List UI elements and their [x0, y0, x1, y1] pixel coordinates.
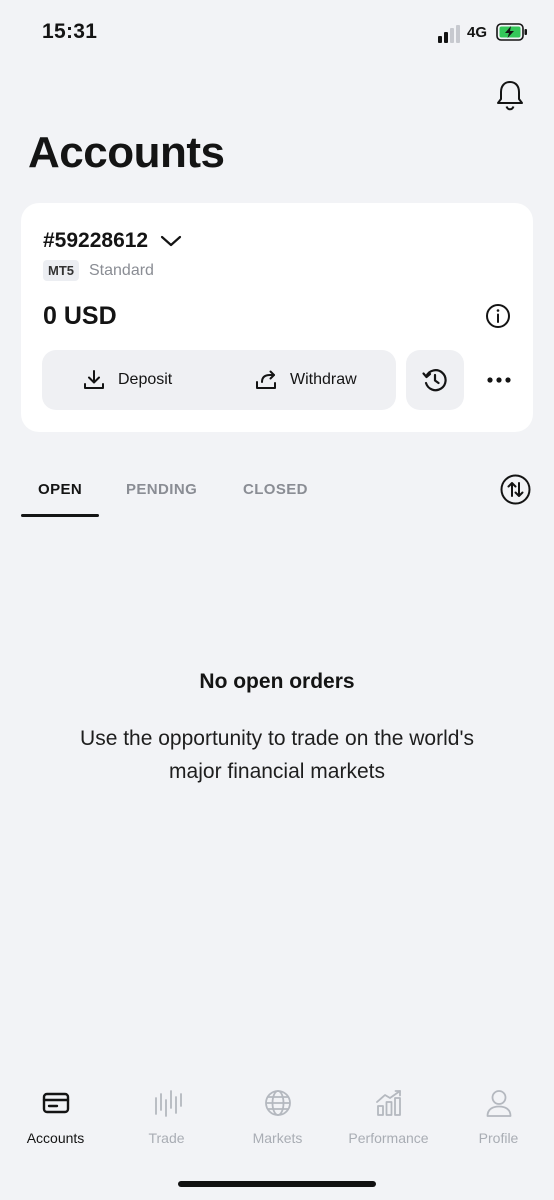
account-type: Standard — [89, 261, 154, 279]
info-icon[interactable] — [485, 303, 511, 329]
account-selector[interactable]: #59228612 — [43, 229, 182, 253]
account-balance: 0 USD — [43, 302, 117, 330]
active-tab-indicator — [21, 514, 99, 517]
tab-open[interactable]: OPEN — [38, 481, 82, 498]
nav-profile[interactable]: Profile — [443, 1088, 554, 1146]
nav-label-trade: Trade — [148, 1130, 185, 1146]
status-time: 15:31 — [42, 20, 98, 43]
history-icon — [422, 369, 447, 392]
status-bar: 15:31 4G — [0, 0, 554, 66]
bar-chart-icon — [375, 1090, 401, 1116]
bell-icon[interactable] — [494, 78, 526, 112]
candles-icon — [154, 1090, 182, 1117]
empty-state-title: No open orders — [199, 670, 355, 693]
signal-icon — [438, 25, 460, 43]
nav-label-profile: Profile — [478, 1130, 519, 1146]
user-icon — [486, 1090, 511, 1117]
network-type: 4G — [467, 24, 488, 41]
more-icon — [487, 377, 511, 383]
share-icon — [256, 370, 276, 389]
nav-performance[interactable]: Performance — [333, 1088, 444, 1146]
nav-label-performance: Performance — [348, 1130, 429, 1146]
empty-state-description: Use the opportunity to trade on the worl… — [80, 727, 474, 783]
nav-label-markets: Markets — [252, 1130, 303, 1146]
nav-label-accounts: Accounts — [26, 1130, 85, 1146]
deposit-button[interactable]: Deposit — [82, 350, 172, 410]
more-button[interactable] — [478, 350, 520, 410]
tab-pending[interactable]: PENDING — [126, 481, 197, 498]
wallet-icon — [42, 1092, 69, 1114]
globe-icon — [264, 1090, 291, 1116]
platform-badge: MT5 — [43, 260, 79, 281]
sort-arrows-icon[interactable] — [500, 474, 531, 505]
battery-charging-icon — [496, 23, 527, 41]
page-title: Accounts — [28, 128, 225, 177]
history-button[interactable] — [406, 350, 464, 410]
account-card: #59228612 MT5 Standard 0 USD Deposit Wit… — [21, 203, 533, 432]
nav-trade[interactable]: Trade — [111, 1088, 222, 1146]
account-number: #59228612 — [43, 229, 149, 252]
withdraw-label: Withdraw — [290, 371, 357, 388]
home-indicator — [178, 1181, 376, 1187]
tab-closed[interactable]: CLOSED — [243, 481, 308, 498]
chevron-down-icon — [161, 235, 182, 247]
nav-markets[interactable]: Markets — [222, 1088, 333, 1146]
order-tabs: OPEN PENDING CLOSED — [0, 470, 554, 520]
withdraw-button[interactable]: Withdraw — [254, 350, 357, 410]
account-meta: MT5 Standard — [43, 260, 154, 281]
deposit-label: Deposit — [118, 371, 173, 388]
account-actions: Deposit Withdraw — [42, 350, 396, 410]
download-icon — [84, 370, 104, 389]
nav-accounts[interactable]: Accounts — [0, 1088, 111, 1146]
